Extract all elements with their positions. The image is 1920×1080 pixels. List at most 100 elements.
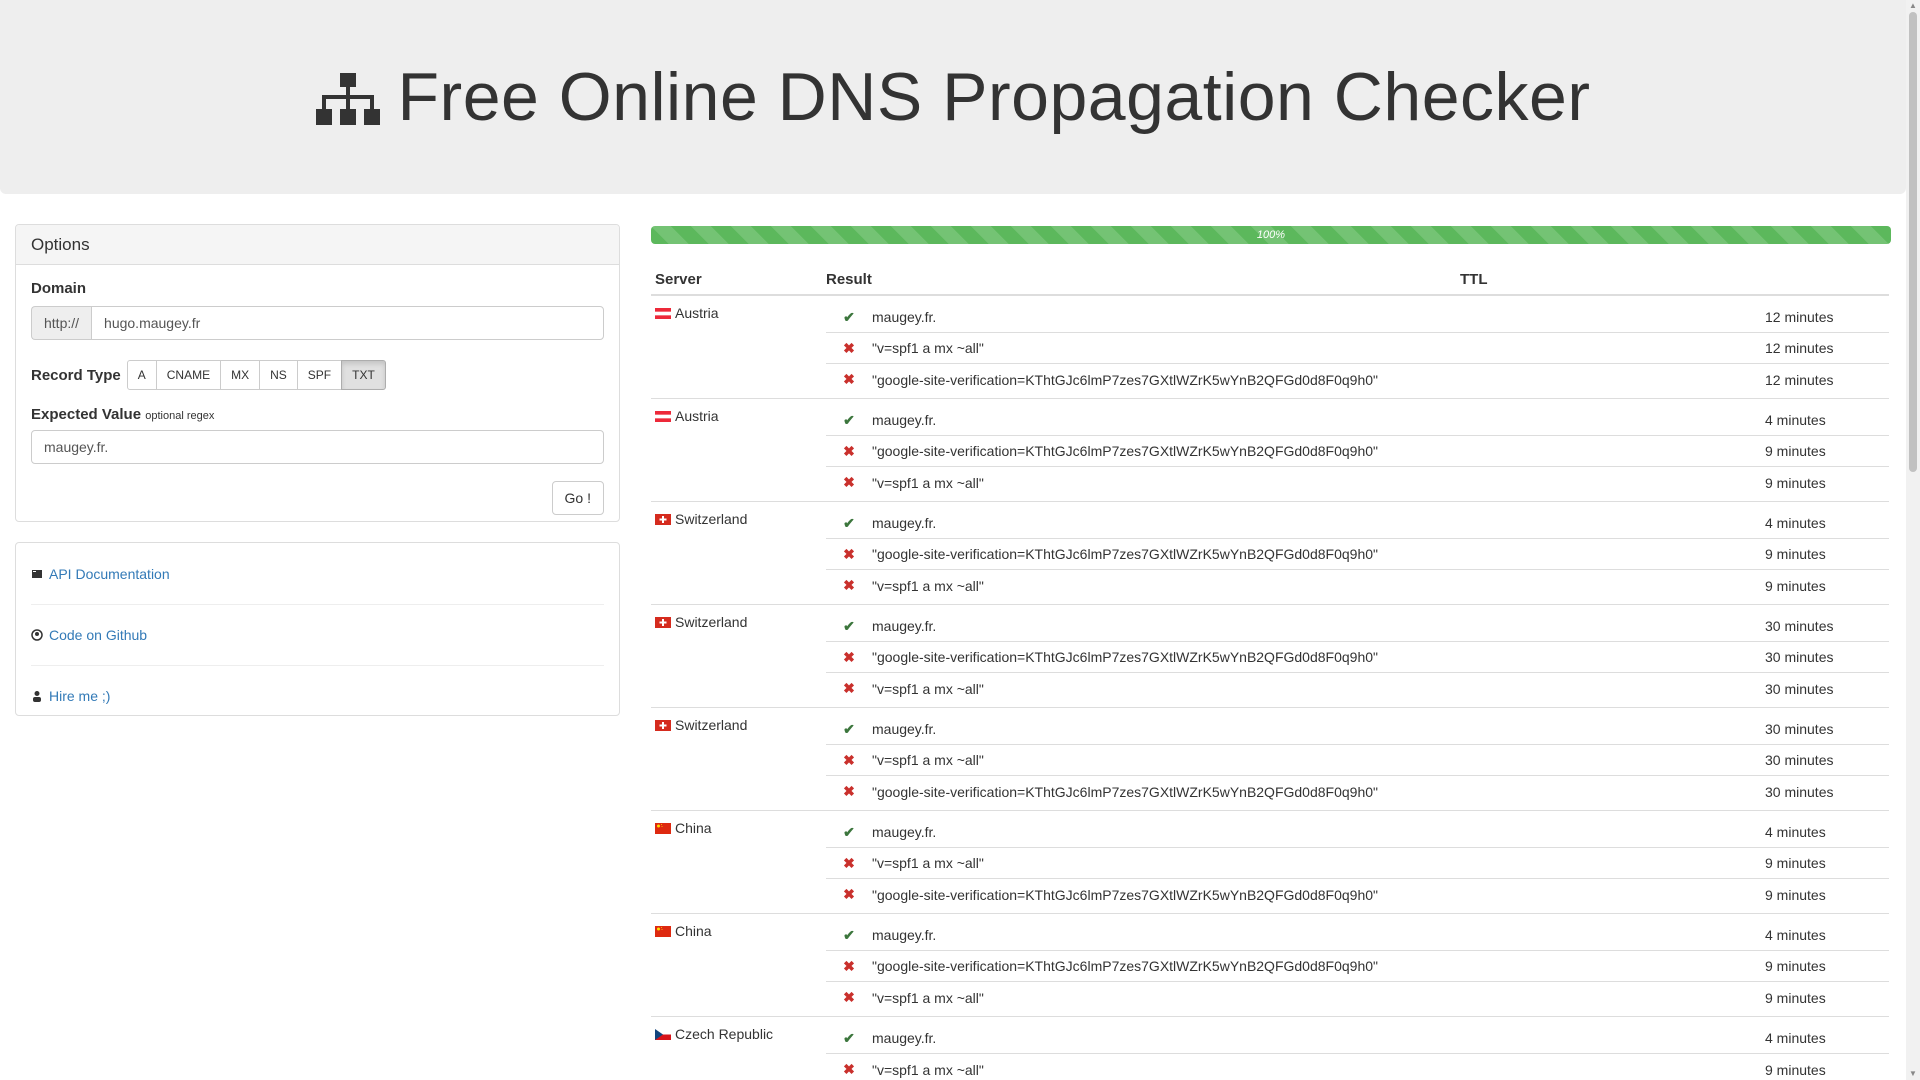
record-row: ✖ "v=spf1 a mx ~all" 9 minutes	[826, 467, 1889, 498]
page-title: Free Online DNS Propagation Checker	[397, 59, 1591, 135]
scroll-down-icon[interactable]: ▼	[1908, 1069, 1918, 1079]
record-row: ✔ maugey.fr. 30 minutes	[826, 714, 1889, 745]
cross-icon: ✖	[843, 339, 855, 356]
records-list: ✔ maugey.fr. 4 minutes ✖ "google-site-verifi…	[826, 399, 1889, 501]
record-row: ✖ "google-site-verification=KThtGJc6lmP7z…	[826, 879, 1889, 910]
record-ttl: 4 minutes	[1765, 412, 1826, 428]
record-value: "v=spf1 a mx ~all"	[872, 989, 984, 1006]
record-ttl: 9 minutes	[1765, 577, 1826, 594]
scroll-up-icon[interactable]: ▲	[1908, 1, 1918, 11]
link-label[interactable]: Code on Github	[49, 627, 147, 643]
domain-input[interactable]	[91, 306, 604, 340]
cross-icon: ✖	[843, 371, 855, 387]
record-value: maugey.fr.	[872, 412, 937, 428]
header-ttl: TTL	[1460, 271, 1488, 288]
domain-prefix: http://	[31, 306, 92, 340]
check-icon: ✔	[843, 308, 855, 325]
switzerland-flag-icon	[655, 514, 671, 525]
check-icon: ✔	[843, 926, 855, 943]
server-cell: Switzerland	[651, 605, 826, 707]
records-list: ✔ maugey.fr. 30 minutes ✖ "google-site-verif…	[826, 605, 1889, 707]
record-row: ✔ maugey.fr. 30 minutes	[826, 611, 1889, 642]
record-value: maugey.fr.	[872, 824, 937, 840]
cross-icon: ✖	[843, 545, 855, 562]
record-row: ✔ maugey.fr. 12 minutes	[826, 302, 1889, 333]
expected-value-input[interactable]	[31, 430, 604, 464]
cross-icon: ✖	[843, 680, 855, 696]
record-ttl: 4 minutes	[1765, 927, 1826, 943]
czech-flag-icon	[655, 1029, 671, 1040]
record-ttl: 9 minutes	[1765, 958, 1826, 974]
server-country: Czech Republic	[675, 1026, 774, 1042]
check-icon: ✔	[843, 720, 855, 737]
options-panel: Options Domain http:// Record Type ACNAM…	[15, 224, 620, 522]
server-group: China ✔ maugey.fr. 4 minutes ✖ "google-site-v…	[651, 914, 1889, 1017]
record-ttl: 9 minutes	[1765, 886, 1826, 903]
cross-icon: ✖	[843, 474, 855, 490]
go-button[interactable]: Go !	[551, 481, 604, 515]
server-group: Czech Republic ✔ maugey.fr. 4 minutes ✖ "v=sp…	[651, 1017, 1889, 1080]
record-type-a-button[interactable]: A	[126, 360, 157, 390]
record-row: ✔ maugey.fr. 4 minutes	[826, 508, 1889, 539]
server-country: Switzerland	[675, 717, 748, 733]
record-type-label: Record Type	[31, 366, 121, 384]
records-list: ✔ maugey.fr. 4 minutes ✖ "google-site-verifi…	[826, 502, 1889, 604]
server-group: Switzerland ✔ maugey.fr. 30 minutes ✖ "google…	[651, 605, 1889, 708]
link-book[interactable]: API Documentation	[31, 543, 604, 604]
record-row: ✖ "google-site-verification=KThtGJc6lmP7z…	[826, 436, 1889, 467]
results-table: Server Result TTL Austria ✔ maugey.fr. 12 m…	[651, 262, 1889, 1080]
cross-icon: ✖	[843, 989, 855, 1005]
record-ttl: 9 minutes	[1765, 474, 1826, 491]
record-value: "v=spf1 a mx ~all"	[872, 752, 984, 768]
link-user[interactable]: Hire me ;)	[31, 665, 604, 726]
check-icon: ✔	[843, 823, 855, 840]
switzerland-flag-icon	[655, 720, 671, 731]
switzerland-flag-icon	[655, 617, 671, 628]
record-ttl: 9 minutes	[1765, 989, 1826, 1006]
records-list: ✔ maugey.fr. 4 minutes ✖ "google-site-verifi…	[826, 914, 1889, 1016]
server-country: Austria	[675, 305, 719, 321]
check-icon: ✔	[843, 1029, 855, 1046]
record-row: ✖ "google-site-verification=KThtGJc6lmP7z…	[826, 642, 1889, 673]
record-type-spf-button[interactable]: SPF	[296, 360, 343, 390]
check-icon: ✔	[843, 411, 855, 428]
record-value: "google-site-verification=KThtGJc6lmP7ze…	[872, 958, 1378, 974]
record-type-cname-button[interactable]: CNAME	[155, 360, 222, 390]
server-group: Austria ✔ maugey.fr. 12 minutes ✖ "v=spf1 a m…	[651, 296, 1889, 399]
scroll-thumb[interactable]	[1909, 12, 1917, 472]
options-body: Domain http:// Record Type ACNAMEMXNSSPF…	[16, 265, 619, 479]
cross-icon: ✖	[843, 751, 855, 768]
austria-flag-icon	[655, 411, 671, 422]
record-row: ✖ "v=spf1 a mx ~all" 12 minutes	[826, 333, 1889, 364]
server-cell: Austria	[651, 399, 826, 501]
link-github[interactable]: Code on Github	[31, 604, 604, 665]
record-row: ✖ "google-site-verification=KThtGJc6lmP7z…	[826, 776, 1889, 807]
record-value: "google-site-verification=KThtGJc6lmP7ze…	[872, 546, 1378, 562]
record-row: ✖ "v=spf1 a mx ~all" 9 minutes	[826, 570, 1889, 601]
record-value: "v=spf1 a mx ~all"	[872, 680, 984, 697]
record-ttl: 4 minutes	[1765, 515, 1826, 531]
link-label[interactable]: API Documentation	[49, 566, 170, 582]
server-cell: Switzerland	[651, 708, 826, 810]
domain-label: Domain	[31, 280, 87, 297]
link-label[interactable]: Hire me ;)	[49, 688, 110, 704]
expected-label-text: Expected Value	[31, 406, 142, 423]
page-scrollbar[interactable]: ▲ ▼	[1906, 0, 1920, 1080]
records-list: ✔ maugey.fr. 4 minutes ✖ "v=spf1 a mx ~all" 9…	[826, 811, 1889, 913]
user-icon	[31, 690, 45, 702]
cross-icon: ✖	[843, 577, 855, 593]
record-ttl: 9 minutes	[1765, 443, 1826, 459]
check-icon: ✔	[843, 514, 855, 531]
records-list: ✔ maugey.fr. 12 minutes ✖ "v=spf1 a mx ~all"…	[826, 296, 1889, 398]
options-heading: Options	[16, 225, 619, 265]
record-type-ns-button[interactable]: NS	[259, 360, 298, 390]
record-row: ✖ "v=spf1 a mx ~all" 9 minutes	[826, 982, 1889, 1013]
server-cell: Czech Republic	[651, 1017, 826, 1080]
server-cell: China	[651, 811, 826, 913]
record-type-mx-button[interactable]: MX	[220, 360, 261, 390]
check-icon: ✔	[843, 617, 855, 634]
record-ttl: 30 minutes	[1765, 752, 1834, 768]
record-type-txt-button[interactable]: TXT	[341, 360, 386, 390]
record-value: maugey.fr.	[872, 309, 937, 325]
record-ttl: 9 minutes	[1765, 546, 1826, 562]
